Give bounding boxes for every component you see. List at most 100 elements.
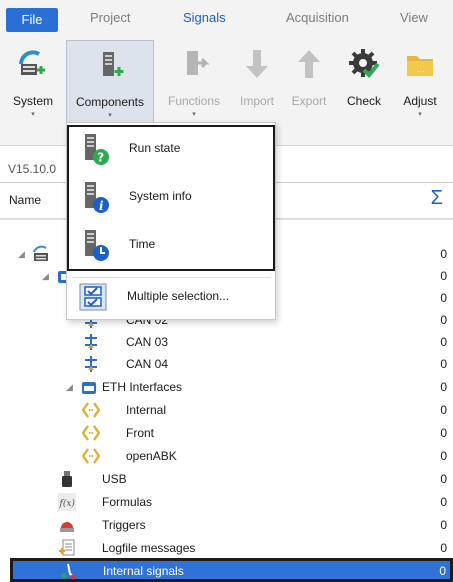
- ribbon-tab-bar: File Project Signals Acquisition View: [0, 0, 453, 36]
- tree-row-can-04[interactable]: CAN 04 0: [0, 353, 453, 375]
- multiple-selection-icon: [79, 283, 107, 311]
- tree-row-eth-internal[interactable]: Internal 0: [0, 399, 453, 421]
- tab-file[interactable]: File: [6, 8, 58, 32]
- tree-row-value: 0: [440, 472, 447, 486]
- menu-item-label: Time: [129, 237, 156, 251]
- tree-row-eth-interfaces[interactable]: ◢ ETH Interfaces 0: [0, 376, 453, 398]
- svg-text:f(x): f(x): [59, 498, 76, 509]
- column-header-sum[interactable]: Σ: [431, 187, 443, 210]
- tab-signals[interactable]: Signals: [183, 10, 226, 32]
- menu-item-label: Multiple selection...: [127, 289, 230, 303]
- import-arrow-icon: [246, 50, 268, 78]
- tree-row-formulas[interactable]: f(x) Formulas 0: [0, 491, 453, 513]
- tree-row-label: Internal: [126, 403, 167, 417]
- eth-port-icon: [82, 402, 100, 418]
- import-button-label: Import: [239, 94, 274, 108]
- tree-row-value: 0: [439, 564, 446, 578]
- eth-port-icon: [82, 448, 100, 464]
- system-icon: [33, 245, 48, 261]
- folder-icon: ...: [407, 56, 433, 76]
- formula-icon: f(x): [58, 493, 76, 511]
- export-button-label: Export: [291, 94, 327, 108]
- tree-row-value: 0: [440, 380, 447, 394]
- components-button-label: Components: [75, 95, 145, 109]
- menu-item-multiple-selection[interactable]: Multiple selection...: [67, 279, 275, 315]
- menu-item-run-state[interactable]: ? Run state: [69, 127, 277, 173]
- tree-row-logfile-messages[interactable]: Logfile messages 0: [0, 537, 453, 559]
- tree-row-value: 0: [440, 291, 447, 305]
- tab-acquisition[interactable]: Acquisition: [286, 10, 349, 32]
- system-info-icon: i: [85, 182, 109, 213]
- tree-row-eth-front[interactable]: Front 0: [0, 422, 453, 444]
- tree-row-triggers[interactable]: Triggers 0: [0, 514, 453, 536]
- tree-row-label: CAN 03: [126, 335, 169, 349]
- chevron-down-icon: ▾: [108, 112, 112, 119]
- can-icon: [85, 356, 97, 372]
- version-label: V15.10.0: [8, 162, 57, 176]
- menu-separator: [71, 277, 271, 278]
- check-button[interactable]: Check: [338, 40, 390, 134]
- components-dropdown-menu: ? Run state i System info Time Multiple …: [66, 122, 276, 320]
- menu-item-system-info[interactable]: i System info: [69, 175, 277, 221]
- tree-row-value: 0: [440, 426, 447, 440]
- can-icon: [85, 334, 97, 350]
- tree-row-value: 0: [440, 495, 447, 509]
- menu-item-time[interactable]: Time: [69, 223, 277, 269]
- tree-row-value: 0: [440, 313, 447, 327]
- tab-view[interactable]: View: [400, 10, 428, 32]
- run-state-icon: ?: [85, 134, 109, 165]
- menu-group-highlight: ? Run state i System info Time: [67, 125, 275, 271]
- eth-interfaces-icon: [82, 382, 96, 394]
- system-button[interactable]: System ▾: [4, 40, 62, 134]
- tree-row-label: openABK: [126, 449, 177, 463]
- components-button[interactable]: Components ▾: [66, 40, 154, 134]
- selection-highlight: [13, 561, 450, 579]
- adjust-button[interactable]: ... Adjust ▾: [394, 40, 446, 134]
- logfile-icon: [59, 539, 75, 556]
- expand-arrow-icon[interactable]: ◢: [18, 243, 25, 265]
- chevron-down-icon: ▾: [192, 111, 196, 118]
- tree-row-label: USB: [102, 472, 127, 486]
- tree-row-label: Triggers: [102, 518, 146, 532]
- tree-row-label: Front: [126, 426, 155, 440]
- tree-row-value: 0: [440, 518, 447, 532]
- tree-row-value: 0: [440, 335, 447, 349]
- tree-row-label: ETH Interfaces: [102, 380, 183, 394]
- system-icon: [19, 50, 45, 75]
- tree-row-label: Internal signals: [103, 564, 184, 578]
- check-gear-icon: [349, 49, 380, 78]
- import-button[interactable]: Import: [232, 40, 282, 134]
- tree-row-value: 0: [440, 357, 447, 371]
- tree-row-internal-signals[interactable]: Internal signals 0: [10, 558, 453, 582]
- export-arrow-icon: [298, 50, 320, 78]
- tree-row-label: Logfile messages: [102, 541, 196, 555]
- functions-icon: [187, 51, 210, 75]
- tree-row-usb[interactable]: USB 0: [0, 468, 453, 490]
- tree-row-label: Formulas: [102, 495, 153, 509]
- expand-arrow-icon[interactable]: ◢: [66, 376, 73, 398]
- export-button[interactable]: Export: [284, 40, 334, 134]
- chevron-down-icon: ▾: [418, 111, 422, 118]
- trigger-icon: [60, 522, 74, 532]
- adjust-button-label: Adjust: [403, 94, 437, 108]
- svg-text:i: i: [99, 199, 104, 213]
- svg-text:...: ...: [417, 65, 425, 74]
- tree-row-value: 0: [440, 269, 447, 283]
- tree-row-label: CAN 04: [126, 357, 169, 371]
- tree-row-value: 0: [440, 449, 447, 463]
- check-button-label: Check: [346, 94, 381, 108]
- menu-item-label: Run state: [129, 141, 181, 155]
- usb-icon: [62, 471, 72, 487]
- internal-signals-icon: [61, 563, 76, 580]
- column-header-name[interactable]: Name: [9, 193, 41, 207]
- functions-button[interactable]: Functions ▾: [158, 40, 230, 134]
- tree-row-can-03[interactable]: CAN 03 0: [0, 331, 453, 353]
- expand-arrow-icon[interactable]: ◢: [42, 265, 49, 287]
- tree-row-value: 0: [440, 247, 447, 261]
- tree-row-eth-openabk[interactable]: openABK 0: [0, 445, 453, 467]
- tab-project[interactable]: Project: [90, 10, 130, 32]
- svg-text:?: ?: [97, 151, 104, 165]
- functions-button-label: Functions: [167, 94, 221, 108]
- eth-port-icon: [82, 425, 100, 441]
- components-icon: [103, 52, 124, 76]
